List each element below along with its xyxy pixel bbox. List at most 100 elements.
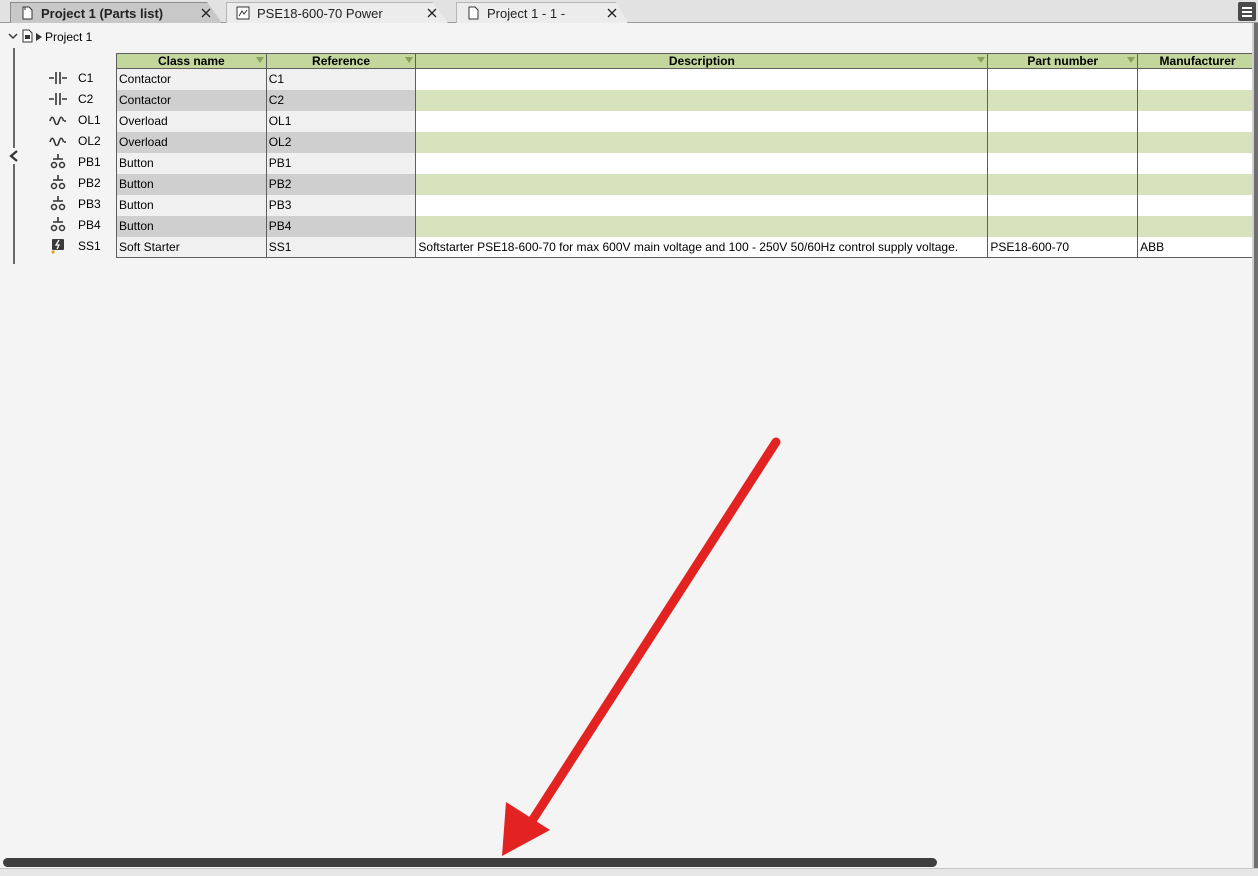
cell-part-number[interactable] — [987, 152, 1139, 174]
cell-class-name[interactable]: Button — [116, 152, 267, 174]
cell-reference[interactable]: C1 — [265, 68, 417, 90]
part-list-item[interactable]: OL2 — [44, 130, 116, 151]
close-icon[interactable] — [605, 6, 619, 20]
cell-reference[interactable]: PB2 — [265, 173, 417, 195]
filter-icon[interactable] — [255, 57, 264, 63]
cell-part-number[interactable] — [987, 194, 1139, 216]
cell-reference[interactable]: PB4 — [265, 215, 417, 237]
part-id-label: PB2 — [78, 175, 101, 190]
cell-class-name[interactable]: Contactor — [116, 68, 267, 90]
table-row[interactable]: Overload OL1 — [116, 110, 1258, 132]
column-header-reference[interactable]: Reference — [265, 53, 417, 69]
column-header-description[interactable]: Description — [415, 53, 989, 69]
horizontal-scroll-track — [0, 868, 1258, 876]
cell-part-number[interactable] — [987, 131, 1139, 153]
tab-bar: Project 1 (Parts list) PSE18-600-70 Powe… — [0, 0, 1258, 23]
cell-description[interactable] — [415, 173, 989, 195]
document-icon — [19, 5, 35, 21]
cell-class-name[interactable]: Button — [116, 173, 267, 195]
table-row[interactable]: Contactor C2 — [116, 89, 1258, 111]
part-list-item[interactable]: PB2 — [44, 172, 116, 193]
horizontal-scrollbar-thumb[interactable] — [3, 858, 937, 867]
cell-description[interactable] — [415, 110, 989, 132]
part-list-item[interactable]: PB4 — [44, 214, 116, 235]
filter-icon[interactable] — [1127, 57, 1136, 63]
cell-part-number[interactable] — [987, 173, 1139, 195]
cell-description[interactable] — [415, 215, 989, 237]
cell-reference[interactable]: OL2 — [265, 131, 417, 153]
close-icon[interactable] — [425, 6, 439, 20]
part-id-label: C2 — [78, 91, 94, 106]
part-list-item[interactable]: C2 — [44, 88, 116, 109]
tab-project-page[interactable]: Project 1 - 1 - — [456, 2, 628, 23]
cell-class-name[interactable]: Overload — [116, 110, 267, 132]
collapse-panel-icon[interactable] — [7, 148, 21, 164]
cell-manufacturer[interactable] — [1137, 89, 1258, 111]
column-header-class-name[interactable]: Class name — [116, 53, 267, 69]
part-list-item[interactable]: PB1 — [44, 151, 116, 172]
part-list-item[interactable]: PB3 — [44, 193, 116, 214]
cell-part-number[interactable] — [987, 89, 1139, 111]
cell-reference[interactable]: PB1 — [265, 152, 417, 174]
tab-label: PSE18-600-70 Power — [257, 5, 383, 21]
cell-manufacturer[interactable] — [1137, 194, 1258, 216]
part-id-label: PB1 — [78, 154, 101, 169]
cell-description[interactable] — [415, 194, 989, 216]
vertical-scrollbar[interactable] — [1254, 23, 1258, 876]
cell-manufacturer[interactable] — [1137, 131, 1258, 153]
cell-description[interactable] — [415, 89, 989, 111]
part-id-label: PB4 — [78, 217, 101, 232]
cell-manufacturer[interactable]: ABB — [1137, 236, 1258, 258]
cell-reference[interactable]: C2 — [265, 89, 417, 111]
tab-power[interactable]: PSE18-600-70 Power — [226, 2, 448, 23]
table-row[interactable]: Button PB3 — [116, 194, 1258, 216]
cell-manufacturer[interactable] — [1137, 173, 1258, 195]
cell-manufacturer[interactable] — [1137, 215, 1258, 237]
cell-class-name[interactable]: Button — [116, 194, 267, 216]
table-row[interactable]: Button PB4 — [116, 215, 1258, 237]
button-icon — [44, 195, 72, 212]
cell-part-number[interactable] — [987, 215, 1139, 237]
contactor-icon — [44, 70, 72, 86]
cell-description[interactable] — [415, 152, 989, 174]
cell-reference[interactable]: OL1 — [265, 110, 417, 132]
table-row[interactable]: Soft Starter SS1 Softstarter PSE18-600-70 … — [116, 236, 1258, 258]
project-tree-root[interactable]: Project 1 — [8, 28, 92, 46]
part-list-item[interactable]: SS1 — [44, 235, 116, 256]
cell-description[interactable]: Softstarter PSE18-600-70 for max 600V ma… — [415, 236, 989, 258]
cell-reference[interactable]: SS1 — [265, 236, 417, 258]
part-id-label: PB3 — [78, 196, 101, 211]
cell-manufacturer[interactable] — [1137, 152, 1258, 174]
expand-arrow-icon[interactable] — [36, 30, 42, 44]
column-header-part-number[interactable]: Part number — [987, 53, 1139, 69]
cell-description[interactable] — [415, 131, 989, 153]
table-row[interactable]: Button PB2 — [116, 173, 1258, 195]
cell-part-number[interactable]: PSE18-600-70 — [987, 236, 1139, 258]
soft-starter-icon — [44, 238, 72, 254]
filter-icon[interactable] — [405, 57, 414, 63]
cell-manufacturer[interactable] — [1137, 68, 1258, 90]
cell-class-name[interactable]: Button — [116, 215, 267, 237]
part-id-label: OL2 — [78, 133, 101, 148]
column-header-manufacturer[interactable]: Manufacturer — [1137, 53, 1258, 69]
part-list-item[interactable]: OL1 — [44, 109, 116, 130]
cell-part-number[interactable] — [987, 68, 1139, 90]
cell-class-name[interactable]: Contactor — [116, 89, 267, 111]
table-row[interactable]: Overload OL2 — [116, 131, 1258, 153]
cell-class-name[interactable]: Soft Starter — [116, 236, 267, 258]
cell-manufacturer[interactable] — [1137, 110, 1258, 132]
part-id-label: C1 — [78, 70, 94, 85]
table-row[interactable]: Contactor C1 — [116, 68, 1258, 90]
filter-icon[interactable] — [977, 57, 986, 63]
cell-part-number[interactable] — [987, 110, 1139, 132]
close-icon[interactable] — [199, 6, 213, 20]
cell-class-name[interactable]: Overload — [116, 131, 267, 153]
tab-label: Project 1 (Parts list) — [41, 5, 164, 21]
chevron-down-icon[interactable] — [8, 30, 18, 44]
cell-description[interactable] — [415, 68, 989, 90]
menu-icon[interactable] — [1238, 2, 1256, 21]
cell-reference[interactable]: PB3 — [265, 194, 417, 216]
part-list-item[interactable]: C1 — [44, 67, 116, 88]
table-row[interactable]: Button PB1 — [116, 152, 1258, 174]
tab-parts-list[interactable]: Project 1 (Parts list) — [10, 2, 222, 23]
